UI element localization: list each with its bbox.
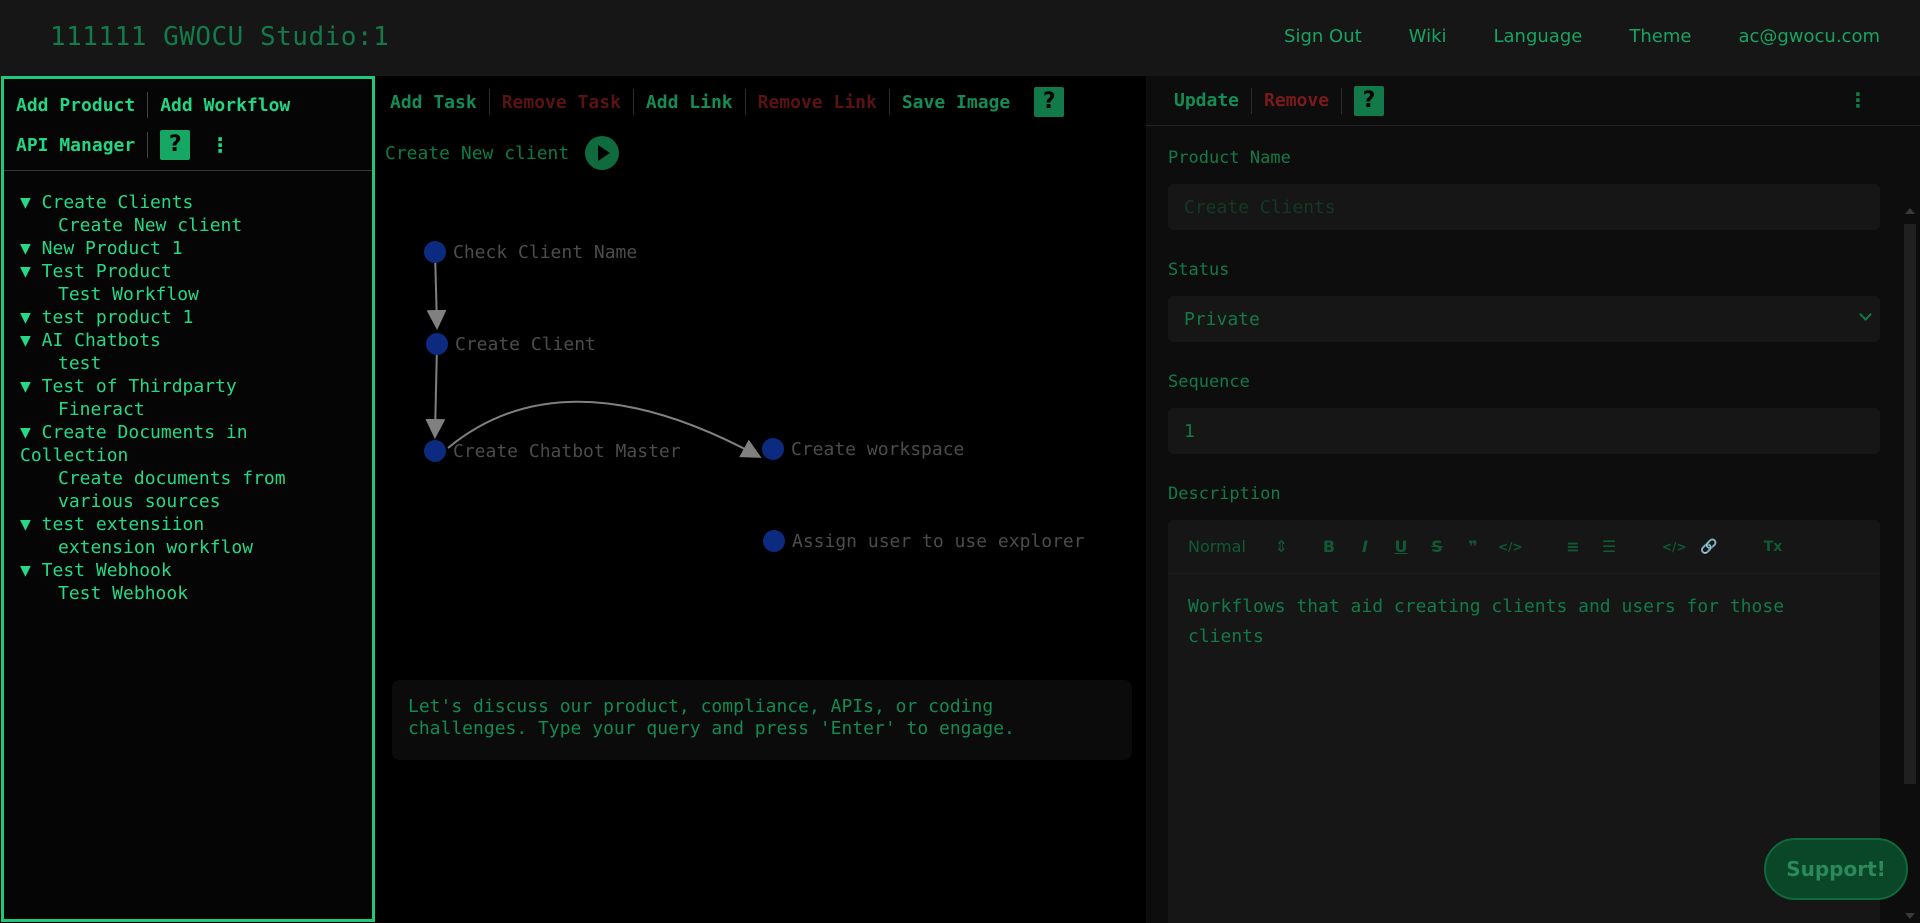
help-icon[interactable]: ? — [1034, 87, 1065, 117]
more-vertical-icon[interactable]: ⋮ — [1848, 88, 1868, 112]
product-details-panel: Update Remove ? ⋮ Product Name Status Pr… — [1146, 76, 1920, 923]
chevron-down-icon — [1859, 308, 1872, 321]
clear-format-icon[interactable]: Tx — [1762, 539, 1784, 555]
status-label: Status — [1168, 260, 1230, 280]
node-label: Create Chatbot Master — [453, 441, 681, 462]
italic-icon[interactable]: I — [1354, 537, 1376, 556]
save-image-button[interactable]: Save Image — [890, 92, 1022, 113]
scroll-up-icon[interactable] — [1905, 208, 1915, 214]
tree-product-item[interactable]: ▼ AI Chatbots — [20, 329, 356, 352]
description-label: Description — [1168, 484, 1281, 504]
node-label: Assign user to use explorer — [792, 531, 1085, 552]
help-icon[interactable]: ? — [1354, 85, 1385, 116]
add-product-button[interactable]: Add Product — [16, 95, 135, 116]
tree-product-item[interactable]: ▼ Test Product — [20, 260, 356, 283]
product-name-input[interactable] — [1184, 196, 1864, 218]
tree-product-item[interactable]: ▼ test extensiion — [20, 513, 356, 536]
description-text[interactable]: Workflows that aid creating clients and … — [1168, 574, 1880, 670]
add-link-button[interactable]: Add Link — [634, 92, 745, 113]
status-value: Private — [1184, 308, 1260, 330]
tree-workflow-item[interactable]: Test Webhook — [20, 582, 356, 605]
tree-workflow-item[interactable]: Test Workflow — [20, 283, 356, 306]
tree-product-item[interactable]: ▼ Test of Thirdparty — [20, 375, 356, 398]
toolbar-divider — [1341, 87, 1343, 114]
workflow-toolbar: Add Task Remove Task Add Link Remove Lin… — [378, 82, 1065, 122]
api-manager-button[interactable]: API Manager — [16, 135, 135, 156]
language-link[interactable]: Language — [1494, 26, 1583, 47]
scroll-down-icon[interactable] — [1905, 913, 1915, 919]
format-arrow-icon: ⇕ — [1274, 537, 1288, 556]
editor-toolbar: Normal ⇕ B I U S ❞ </> ≡ ☰ </> 🔗 Tx — [1168, 520, 1880, 574]
theme-link[interactable]: Theme — [1629, 26, 1691, 47]
status-select[interactable]: Private — [1168, 296, 1880, 342]
workflow-diagram[interactable]: Check Client Name Create Client Create C… — [378, 140, 1138, 600]
product-name-field-wrap — [1168, 184, 1880, 230]
tree-workflow-item[interactable]: Fineract — [20, 398, 356, 421]
code-inline-icon[interactable]: </> — [1498, 540, 1523, 554]
toolbar-divider — [147, 132, 149, 158]
sign-out-link[interactable]: Sign Out — [1284, 26, 1362, 47]
tree-workflow-item[interactable]: test — [20, 352, 356, 375]
workflow-node[interactable] — [763, 530, 785, 552]
chat-prompt-box[interactable]: Let's discuss our product, compliance, A… — [392, 680, 1132, 760]
link-icon[interactable]: 🔗 — [1698, 539, 1720, 555]
user-email-link[interactable]: ac@gwocu.com — [1738, 26, 1880, 47]
ordered-list-icon[interactable]: ≡ — [1562, 537, 1584, 556]
toolbar-divider — [147, 92, 149, 118]
top-nav: Sign Out Wiki Language Theme ac@gwocu.co… — [1284, 26, 1880, 47]
chat-prompt-text: Let's discuss our product, compliance, A… — [408, 696, 1015, 739]
sequence-value: 1 — [1184, 420, 1195, 442]
node-label: Create Client — [455, 334, 596, 355]
product-form: Product Name Status Private Sequence 1 D… — [1168, 148, 1880, 923]
strikethrough-icon[interactable]: S — [1426, 537, 1448, 556]
scroll-thumb[interactable] — [1904, 224, 1916, 784]
tree-workflow-item[interactable]: extension workflow — [20, 536, 356, 559]
workflow-node[interactable] — [426, 333, 448, 355]
product-name-label: Product Name — [1168, 148, 1291, 168]
add-workflow-button[interactable]: Add Workflow — [160, 95, 290, 116]
underline-icon[interactable]: U — [1390, 537, 1412, 556]
code-block-icon[interactable]: </> — [1662, 540, 1687, 554]
node-label: Check Client Name — [453, 242, 637, 263]
workflow-node[interactable] — [424, 241, 446, 263]
update-button[interactable]: Update — [1162, 90, 1251, 111]
workflow-link[interactable] — [426, 251, 447, 330]
explorer-toolbar: Add Product Add Workflow API Manager ? ⋮ — [4, 79, 372, 171]
app-title: 111111 GWOCU Studio:1 — [50, 22, 390, 52]
sequence-label: Sequence — [1168, 372, 1250, 392]
node-label: Create workspace — [791, 439, 964, 460]
product-explorer-panel: Add Product Add Workflow API Manager ? ⋮… — [1, 76, 375, 922]
tree-product-item[interactable]: ▼ Create Documents in Collection — [20, 421, 356, 467]
top-bar: 111111 GWOCU Studio:1 Sign Out Wiki Lang… — [0, 0, 1920, 76]
remove-button[interactable]: Remove — [1252, 90, 1341, 111]
remove-task-button[interactable]: Remove Task — [490, 92, 633, 113]
product-tree: ▼ Create Clients Create New client ▼ New… — [4, 171, 372, 605]
more-vertical-icon[interactable]: ⋮ — [210, 133, 230, 157]
tree-product-item[interactable]: ▼ New Product 1 — [20, 237, 356, 260]
format-select[interactable]: Normal ⇕ — [1188, 537, 1288, 556]
workflow-link[interactable] — [425, 343, 446, 439]
help-icon[interactable]: ? — [160, 130, 191, 160]
add-task-button[interactable]: Add Task — [378, 92, 489, 113]
format-value: Normal — [1188, 537, 1246, 556]
tree-product-item[interactable]: ▼ Create Clients — [20, 191, 356, 214]
details-toolbar: Update Remove ? — [1146, 76, 1920, 126]
support-button[interactable]: Support! — [1764, 838, 1908, 900]
workflow-node[interactable] — [762, 438, 784, 460]
sequence-field[interactable]: 1 — [1168, 408, 1880, 454]
bold-icon[interactable]: B — [1318, 537, 1340, 556]
wiki-link[interactable]: Wiki — [1409, 26, 1447, 47]
workflow-node[interactable] — [424, 440, 446, 462]
tree-product-item[interactable]: ▼ test product 1 — [20, 306, 356, 329]
tree-product-item[interactable]: ▼ Test Webhook — [20, 559, 356, 582]
tree-workflow-item[interactable]: Create New client — [20, 214, 356, 237]
bullet-list-icon[interactable]: ☰ — [1598, 537, 1620, 556]
remove-link-button[interactable]: Remove Link — [746, 92, 889, 113]
blockquote-icon[interactable]: ❞ — [1462, 537, 1484, 556]
details-scrollbar[interactable] — [1900, 128, 1920, 923]
tree-workflow-item[interactable]: Create documents from various sources — [20, 467, 356, 513]
